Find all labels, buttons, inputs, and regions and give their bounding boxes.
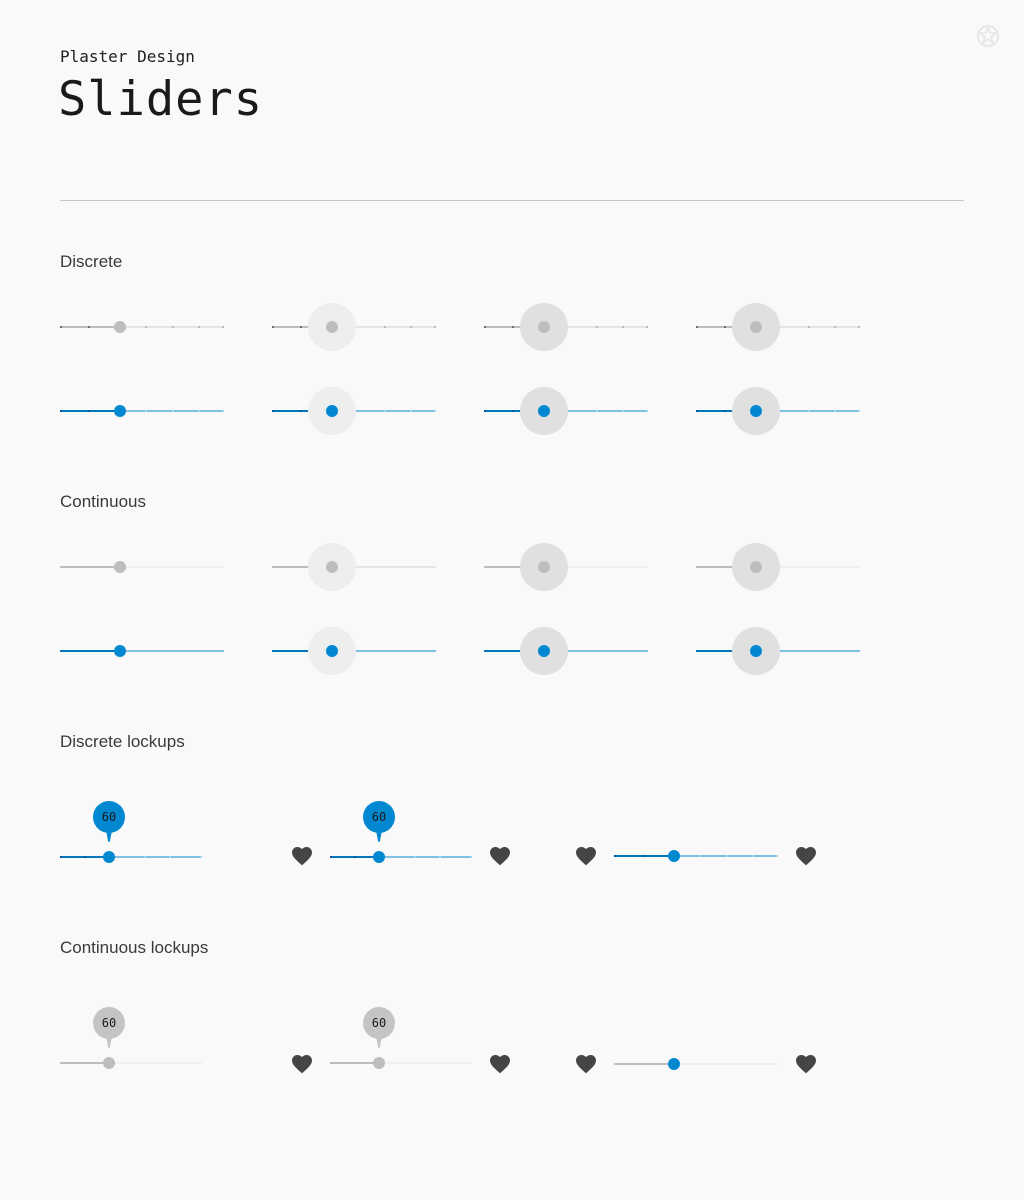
heart-icon[interactable] — [488, 1052, 512, 1076]
section-title-continuous-lockups: Continuous lockups — [60, 938, 209, 957]
slider-thumb[interactable] — [538, 405, 550, 417]
discrete-slider-enabled-focus[interactable] — [484, 387, 648, 435]
value-pin: 60 — [363, 801, 395, 849]
heart-icon[interactable] — [290, 1052, 314, 1076]
slider-thumb[interactable] — [668, 850, 680, 862]
brand-name: Plaster Design — [60, 47, 195, 66]
heart-icon[interactable] — [488, 844, 512, 868]
discrete-slider-enabled[interactable] — [60, 387, 224, 435]
heart-icon[interactable] — [574, 1052, 598, 1076]
discrete-slider-disabled-hover[interactable] — [272, 303, 436, 351]
slider-thumb[interactable] — [538, 321, 550, 333]
discrete-lockup-slider-with-icons[interactable] — [330, 833, 472, 881]
value-label: 60 — [93, 801, 125, 833]
slider-thumb[interactable] — [538, 561, 550, 573]
discrete-slider-enabled-pressed[interactable] — [696, 387, 860, 435]
slider-thumb[interactable] — [114, 561, 126, 573]
heart-icon[interactable] — [794, 1052, 818, 1076]
slider-thumb[interactable] — [114, 645, 126, 657]
continuous-slider-disabled[interactable] — [60, 543, 224, 591]
slider-thumb[interactable] — [668, 1058, 680, 1070]
slider-thumb[interactable] — [750, 645, 762, 657]
section-title-discrete-lockups: Discrete lockups — [60, 732, 185, 751]
slider-thumb[interactable] — [103, 1057, 115, 1069]
section-title-continuous: Continuous — [60, 492, 147, 511]
continuous-slider-enabled-focus[interactable] — [484, 627, 648, 675]
slider-thumb[interactable] — [373, 1057, 385, 1069]
slider-thumb[interactable] — [750, 561, 762, 573]
discrete-lockup-slider[interactable] — [60, 833, 202, 881]
continuous-lockup-slider[interactable] — [60, 1039, 202, 1087]
value-pin: 60 — [93, 801, 125, 849]
slider-thumb[interactable] — [750, 321, 762, 333]
slider-thumb[interactable] — [114, 405, 126, 417]
slider-thumb[interactable] — [373, 851, 385, 863]
slider-thumb[interactable] — [326, 645, 338, 657]
section-title-discrete: Discrete — [60, 252, 123, 271]
continuous-slider-enabled-pressed[interactable] — [696, 627, 860, 675]
continuous-slider-enabled-hover[interactable] — [272, 627, 436, 675]
discrete-slider-disabled-focus[interactable] — [484, 303, 648, 351]
plaster-logo-icon[interactable] — [976, 24, 1000, 48]
slider-thumb[interactable] — [750, 405, 762, 417]
value-pin: 60 — [363, 1007, 395, 1055]
slider-thumb[interactable] — [538, 645, 550, 657]
value-label: 60 — [363, 801, 395, 833]
value-pin: 60 — [93, 1007, 125, 1055]
heart-icon[interactable] — [290, 844, 314, 868]
continuous-slider-enabled[interactable] — [60, 627, 224, 675]
header-divider — [60, 200, 964, 201]
slider-thumb[interactable] — [326, 405, 338, 417]
discrete-slider-enabled-hover[interactable] — [272, 387, 436, 435]
slider-thumb[interactable] — [114, 321, 126, 333]
value-label: 60 — [363, 1007, 395, 1039]
value-label: 60 — [93, 1007, 125, 1039]
discrete-lockup-slider-plain[interactable] — [614, 832, 778, 880]
discrete-slider-disabled[interactable] — [60, 303, 224, 351]
heart-icon[interactable] — [794, 844, 818, 868]
slider-thumb[interactable] — [326, 561, 338, 573]
continuous-lockup-slider-with-icons[interactable] — [330, 1039, 472, 1087]
continuous-slider-disabled-pressed[interactable] — [696, 543, 860, 591]
heart-icon[interactable] — [574, 844, 598, 868]
slider-thumb[interactable] — [103, 851, 115, 863]
page-title: Sliders — [58, 72, 264, 127]
continuous-slider-disabled-focus[interactable] — [484, 543, 648, 591]
continuous-lockup-slider-plain[interactable] — [614, 1040, 778, 1088]
discrete-slider-disabled-pressed[interactable] — [696, 303, 860, 351]
continuous-slider-disabled-hover[interactable] — [272, 543, 436, 591]
slider-thumb[interactable] — [326, 321, 338, 333]
